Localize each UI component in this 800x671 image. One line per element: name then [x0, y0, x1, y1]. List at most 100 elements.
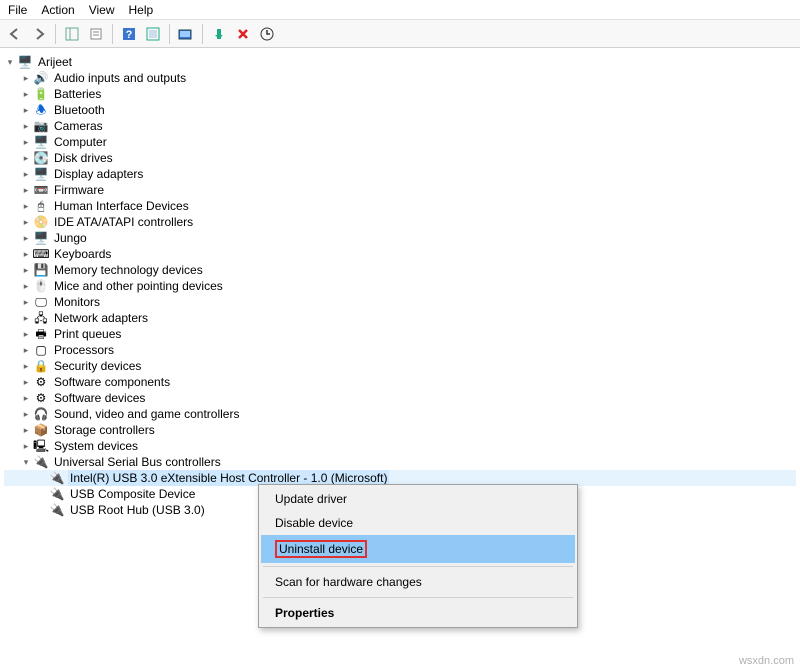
category-label: Memory technology devices	[52, 262, 205, 278]
expander-icon[interactable]: ▸	[20, 280, 32, 292]
menu-file[interactable]: File	[8, 3, 27, 17]
cm-scan-hardware[interactable]: Scan for hardware changes	[261, 570, 575, 594]
category-network[interactable]: ▸🖧Network adapters	[4, 310, 796, 326]
category-system[interactable]: ▸🖳System devices	[4, 438, 796, 454]
expander-icon[interactable]: ▸	[20, 136, 32, 148]
category-audio[interactable]: ▸🔊Audio inputs and outputs	[4, 70, 796, 86]
sound-icon: 🎧	[33, 406, 49, 422]
category-security[interactable]: ▸🔒Security devices	[4, 358, 796, 374]
help-button[interactable]: ?	[118, 23, 140, 45]
category-batteries[interactable]: ▸🔋Batteries	[4, 86, 796, 102]
network-icon: 🖧	[33, 310, 49, 326]
show-hide-tree-button[interactable]	[61, 23, 83, 45]
expander-icon[interactable]: ▸	[20, 264, 32, 276]
category-label: Mice and other pointing devices	[52, 278, 225, 294]
cm-uninstall-device[interactable]: Uninstall device	[261, 535, 575, 563]
category-label: Keyboards	[52, 246, 113, 262]
expander-icon[interactable]: ▸	[20, 376, 32, 388]
expander-icon[interactable]: ▸	[20, 344, 32, 356]
expander-icon[interactable]: ▸	[20, 104, 32, 116]
menu-action[interactable]: Action	[41, 3, 74, 17]
printer-icon: 🖶	[33, 326, 49, 342]
category-mice[interactable]: ▸🖱️Mice and other pointing devices	[4, 278, 796, 294]
expander-icon[interactable]: ▸	[20, 296, 32, 308]
category-label: Software components	[52, 374, 172, 390]
forward-button[interactable]	[28, 23, 50, 45]
category-firmware[interactable]: ▸📼Firmware	[4, 182, 796, 198]
refresh-button[interactable]	[142, 23, 164, 45]
category-monitors[interactable]: ▸🖵Monitors	[4, 294, 796, 310]
expander-icon[interactable]: ▾	[20, 456, 32, 468]
category-ide[interactable]: ▸📀IDE ATA/ATAPI controllers	[4, 214, 796, 230]
ide-icon: 📀	[33, 214, 49, 230]
usb-device-icon: 🔌	[49, 486, 65, 502]
category-hid[interactable]: ▸🖰Human Interface Devices	[4, 198, 796, 214]
expander-icon[interactable]: ▸	[20, 408, 32, 420]
device-tree[interactable]: ▾ 🖥️ Arijeet ▸🔊Audio inputs and outputs …	[0, 48, 800, 524]
expander-icon[interactable]: ▸	[20, 312, 32, 324]
category-keyboards[interactable]: ▸⌨Keyboards	[4, 246, 796, 262]
uninstall-button[interactable]	[232, 23, 254, 45]
usb-device-icon: 🔌	[49, 470, 65, 486]
category-jungo[interactable]: ▸🖥️Jungo	[4, 230, 796, 246]
category-sound[interactable]: ▸🎧Sound, video and game controllers	[4, 406, 796, 422]
menu-help[interactable]: Help	[129, 3, 154, 17]
battery-icon: 🔋	[33, 86, 49, 102]
category-usb[interactable]: ▾🔌Universal Serial Bus controllers	[4, 454, 796, 470]
category-bluetooth[interactable]: ▸🕭Bluetooth	[4, 102, 796, 118]
expander-icon[interactable]: ▸	[20, 88, 32, 100]
device-label: USB Composite Device	[68, 486, 197, 502]
expander-icon[interactable]: ▸	[20, 72, 32, 84]
category-swcomp[interactable]: ▸⚙Software components	[4, 374, 796, 390]
expander-icon[interactable]: ▸	[20, 248, 32, 260]
hid-icon: 🖰	[33, 198, 49, 214]
cm-disable-device[interactable]: Disable device	[261, 511, 575, 535]
tree-root[interactable]: ▾ 🖥️ Arijeet	[4, 54, 796, 70]
expander-icon[interactable]: ▸	[20, 360, 32, 372]
toolbar-separator	[202, 24, 203, 44]
category-computer[interactable]: ▸🖥️Computer	[4, 134, 796, 150]
category-label: System devices	[52, 438, 140, 454]
expander-icon[interactable]: ▸	[20, 440, 32, 452]
camera-icon: 📷	[33, 118, 49, 134]
category-print[interactable]: ▸🖶Print queues	[4, 326, 796, 342]
computer-icon: 🖥️	[33, 134, 49, 150]
expander-icon[interactable]: ▸	[20, 184, 32, 196]
category-memory[interactable]: ▸💾Memory technology devices	[4, 262, 796, 278]
expander-icon[interactable]: ▸	[20, 200, 32, 212]
expander-icon[interactable]: ▸	[20, 216, 32, 228]
jungo-icon: 🖥️	[33, 230, 49, 246]
category-cameras[interactable]: ▸📷Cameras	[4, 118, 796, 134]
expander-icon[interactable]: ▸	[20, 328, 32, 340]
category-processors[interactable]: ▸▢Processors	[4, 342, 796, 358]
expander-icon[interactable]: ▸	[20, 232, 32, 244]
category-label: Sound, video and game controllers	[52, 406, 241, 422]
cm-properties[interactable]: Properties	[261, 601, 575, 625]
expander-icon[interactable]: ▾	[4, 56, 16, 68]
expander-spacer	[36, 488, 48, 500]
mouse-icon: 🖱️	[33, 278, 49, 294]
firmware-icon: 📼	[33, 182, 49, 198]
expander-icon[interactable]: ▸	[20, 392, 32, 404]
back-button[interactable]	[4, 23, 26, 45]
category-swdev[interactable]: ▸⚙Software devices	[4, 390, 796, 406]
expander-icon[interactable]: ▸	[20, 120, 32, 132]
category-label: Bluetooth	[52, 102, 107, 118]
device-label: USB Root Hub (USB 3.0)	[68, 502, 207, 518]
expander-icon[interactable]: ▸	[20, 152, 32, 164]
expander-icon[interactable]: ▸	[20, 168, 32, 180]
cm-update-driver[interactable]: Update driver	[261, 487, 575, 511]
update-button[interactable]	[256, 23, 278, 45]
scan-button[interactable]	[175, 23, 197, 45]
software-icon: ⚙	[33, 374, 49, 390]
category-display[interactable]: ▸🖥️Display adapters	[4, 166, 796, 182]
category-disk[interactable]: ▸💽Disk drives	[4, 150, 796, 166]
category-storage[interactable]: ▸📦Storage controllers	[4, 422, 796, 438]
properties-button[interactable]	[85, 23, 107, 45]
enable-button[interactable]	[208, 23, 230, 45]
expander-icon[interactable]: ▸	[20, 424, 32, 436]
monitor-icon: 🖵	[33, 294, 49, 310]
menu-view[interactable]: View	[89, 3, 115, 17]
bluetooth-icon: 🕭	[33, 102, 49, 118]
processor-icon: ▢	[33, 342, 49, 358]
